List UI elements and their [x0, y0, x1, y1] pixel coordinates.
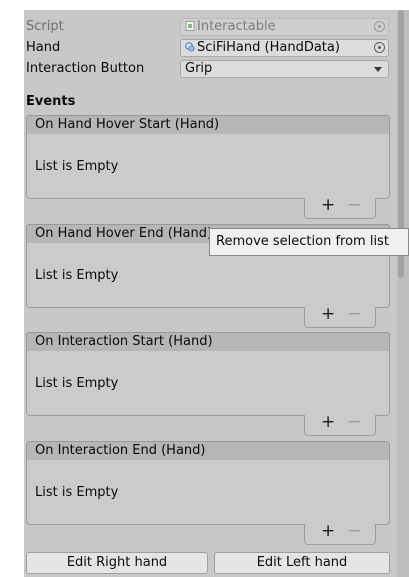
empty-list-text: List is Empty [35, 376, 119, 391]
script-field: Interactable [180, 18, 389, 36]
vertical-scrollbar[interactable] [397, 10, 409, 577]
remove-listener-button[interactable]: − [347, 521, 361, 541]
script-row: Script Interactable [26, 17, 390, 37]
hand-value: SciFiHand (HandData) [197, 40, 340, 55]
empty-list-text: List is Empty [35, 159, 119, 174]
event-hand-hover-start: On Hand Hover Start (Hand) List is Empty… [26, 115, 390, 219]
script-label: Script [26, 19, 64, 34]
remove-listener-button[interactable]: − [347, 195, 361, 215]
remove-selection-tooltip: Remove selection from list [209, 228, 409, 256]
event-list-body: List is Empty [26, 460, 390, 525]
interaction-button-dropdown[interactable]: Grip [180, 60, 389, 78]
interaction-button-label: Interaction Button [26, 61, 145, 76]
script-icon [185, 21, 195, 31]
add-listener-button[interactable]: + [321, 304, 335, 324]
empty-list-text: List is Empty [35, 268, 119, 283]
hand-label: Hand [26, 40, 61, 55]
remove-listener-button[interactable]: − [347, 412, 361, 432]
scriptable-object-icon [185, 42, 195, 52]
interaction-button-value: Grip [185, 61, 213, 76]
event-header: On Interaction End (Hand) [26, 441, 390, 461]
event-list-body: List is Empty [26, 351, 390, 416]
edit-right-hand-button[interactable]: Edit Right hand [26, 552, 208, 574]
add-listener-button[interactable]: + [321, 195, 335, 215]
list-footer: + − [304, 412, 376, 436]
script-value: Interactable [197, 19, 276, 34]
list-footer: + − [304, 304, 376, 328]
dropdown-arrow-icon [374, 67, 382, 72]
event-header: On Interaction Start (Hand) [26, 332, 390, 352]
remove-listener-button[interactable]: − [347, 304, 361, 324]
events-heading: Events [26, 94, 76, 109]
empty-list-text: List is Empty [35, 485, 119, 500]
event-interaction-end: On Interaction End (Hand) List is Empty … [26, 441, 390, 545]
event-interaction-start: On Interaction Start (Hand) List is Empt… [26, 332, 390, 436]
object-picker-icon[interactable] [374, 42, 385, 53]
interaction-button-row: Interaction Button Grip [26, 59, 390, 79]
edit-left-hand-button[interactable]: Edit Left hand [214, 552, 390, 574]
hand-row: Hand SciFiHand (HandData) [26, 38, 390, 58]
hand-field[interactable]: SciFiHand (HandData) [180, 39, 389, 57]
event-list-body: List is Empty [26, 134, 390, 199]
event-header: On Hand Hover Start (Hand) [26, 115, 390, 135]
object-picker-icon [374, 21, 385, 32]
list-footer: + − [304, 521, 376, 545]
add-listener-button[interactable]: + [321, 521, 335, 541]
list-footer: + − [304, 195, 376, 219]
add-listener-button[interactable]: + [321, 412, 335, 432]
